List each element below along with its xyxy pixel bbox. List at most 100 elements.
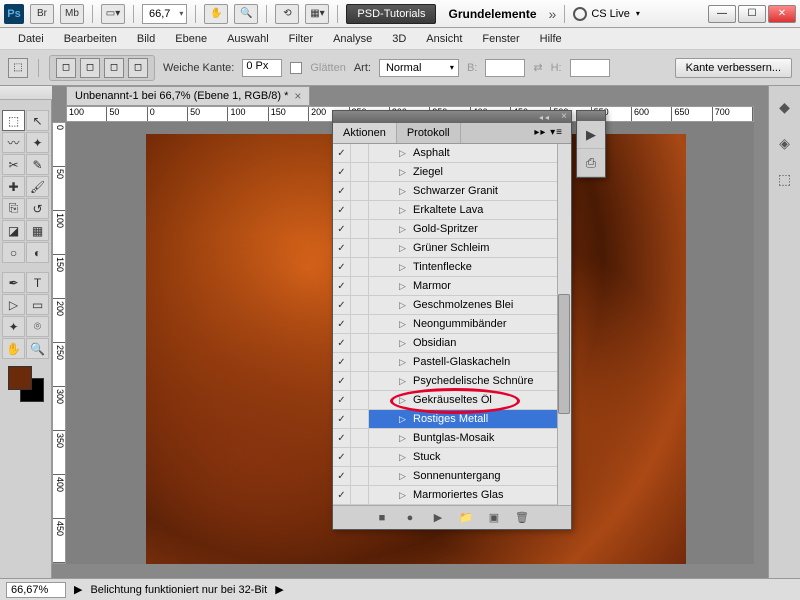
psd-tutorials-button[interactable]: PSD-Tutorials [346, 4, 436, 24]
panel-menu-icon[interactable]: ▸▸ ▾≡ [526, 123, 571, 143]
stamp-tool[interactable]: ⎘ [2, 198, 25, 219]
expand-icon[interactable]: ▷ [399, 243, 411, 254]
action-toggle-check[interactable]: ✓ [333, 315, 351, 333]
tab-protokoll[interactable]: Protokoll [397, 123, 461, 143]
action-dialog-toggle[interactable] [351, 372, 369, 390]
menu-analyse[interactable]: Analyse [323, 30, 382, 48]
expand-icon[interactable]: ▷ [399, 433, 411, 444]
layers-icon[interactable]: ⬚ [774, 168, 796, 190]
action-toggle-check[interactable]: ✓ [333, 429, 351, 447]
action-item[interactable]: ✓▷Rostiges Metall [333, 410, 571, 429]
eyedropper-tool[interactable]: ✎ [26, 154, 49, 175]
zoom-button[interactable]: 🔍 [234, 4, 258, 24]
cslive-button[interactable]: CS Live▾ [573, 7, 640, 21]
action-toggle-check[interactable]: ✓ [333, 467, 351, 485]
workspace-label[interactable]: Grundelemente [442, 7, 542, 21]
gradient-tool[interactable]: ▦ [26, 220, 49, 241]
menu-ansicht[interactable]: Ansicht [416, 30, 472, 48]
record-icon[interactable]: ● [402, 510, 418, 526]
zoom-field[interactable]: 66,67% [6, 582, 66, 598]
3d-cam-tool[interactable]: ⌾ [26, 316, 49, 337]
expand-icon[interactable]: ▷ [399, 300, 411, 311]
action-dialog-toggle[interactable] [351, 144, 369, 162]
status-arrow-icon[interactable]: ▶ [74, 583, 82, 596]
action-dialog-toggle[interactable] [351, 486, 369, 504]
expand-icon[interactable]: ▷ [399, 148, 411, 159]
menu-3d[interactable]: 3D [382, 30, 416, 48]
sel-add-icon[interactable]: ◻ [80, 58, 100, 78]
expand-icon[interactable]: ▷ [399, 357, 411, 368]
action-toggle-check[interactable]: ✓ [333, 372, 351, 390]
crop-tool[interactable]: ✂ [2, 154, 25, 175]
action-dialog-toggle[interactable] [351, 334, 369, 352]
bridge-button[interactable]: Br [30, 4, 54, 24]
action-dialog-toggle[interactable] [351, 277, 369, 295]
feather-input[interactable]: 0 Px [242, 59, 282, 77]
action-toggle-check[interactable]: ✓ [333, 239, 351, 257]
action-item[interactable]: ✓▷Erkaltete Lava [333, 201, 571, 220]
swatches-icon[interactable]: ◆ [774, 96, 796, 118]
menu-auswahl[interactable]: Auswahl [217, 30, 279, 48]
action-item[interactable]: ✓▷Marmor [333, 277, 571, 296]
expand-icon[interactable]: ▷ [399, 376, 411, 387]
path-tool[interactable]: ▷ [2, 294, 25, 315]
chevron-icon[interactable]: » [549, 6, 557, 22]
menu-datei[interactable]: Datei [8, 30, 54, 48]
maximize-button[interactable]: ☐ [738, 5, 766, 23]
expand-icon[interactable]: ▷ [399, 224, 411, 235]
scrollbar[interactable] [557, 144, 571, 505]
hand-button[interactable]: ✋ [204, 4, 228, 24]
zoom-tool[interactable]: 🔍 [26, 338, 49, 359]
expand-icon[interactable]: ▷ [399, 414, 411, 425]
refine-edge-button[interactable]: Kante verbessern... [675, 58, 792, 78]
action-dialog-toggle[interactable] [351, 220, 369, 238]
action-toggle-check[interactable]: ✓ [333, 258, 351, 276]
action-item[interactable]: ✓▷Psychedelische Schnüre [333, 372, 571, 391]
history-brush-tool[interactable]: ↺ [26, 198, 49, 219]
color-swatch[interactable] [6, 366, 46, 402]
action-toggle-check[interactable]: ✓ [333, 144, 351, 162]
styles-icon[interactable]: ◈ [774, 132, 796, 154]
action-dialog-toggle[interactable] [351, 391, 369, 409]
action-toggle-check[interactable]: ✓ [333, 410, 351, 428]
pen-tool[interactable]: ✒ [2, 272, 25, 293]
action-dialog-toggle[interactable] [351, 467, 369, 485]
play-panel-icon[interactable]: ▶ [577, 121, 605, 149]
brush-tool[interactable]: 🖌 [26, 176, 49, 197]
action-toggle-check[interactable]: ✓ [333, 296, 351, 314]
hand-tool[interactable]: ✋ [2, 338, 25, 359]
play-icon[interactable]: ▶ [430, 510, 446, 526]
action-toggle-check[interactable]: ✓ [333, 220, 351, 238]
action-toggle-check[interactable]: ✓ [333, 163, 351, 181]
actions-list[interactable]: ✓▷Asphalt✓▷Ziegel✓▷Schwarzer Granit✓▷Erk… [333, 144, 571, 505]
action-item[interactable]: ✓▷Pastell-Glaskacheln [333, 353, 571, 372]
expand-icon[interactable]: ▷ [399, 471, 411, 482]
action-dialog-toggle[interactable] [351, 296, 369, 314]
panel-titlebar[interactable]: ◂◂× [333, 111, 571, 123]
action-item[interactable]: ✓▷Neongummibänder [333, 315, 571, 334]
ruler-vertical[interactable]: 050100150200250300350400450 [52, 122, 66, 564]
action-item[interactable]: ✓▷Buntglas-Mosaik [333, 429, 571, 448]
action-item[interactable]: ✓▷Ziegel [333, 163, 571, 182]
expand-icon[interactable]: ▷ [399, 167, 411, 178]
sel-sub-icon[interactable]: ◻ [104, 58, 124, 78]
marquee-tool[interactable]: ⬚ [2, 110, 25, 131]
expand-icon[interactable]: ▷ [399, 281, 411, 292]
action-dialog-toggle[interactable] [351, 163, 369, 181]
expand-icon[interactable]: ▷ [399, 395, 411, 406]
blur-tool[interactable]: ○ [2, 242, 25, 263]
new-set-icon[interactable]: 📁 [458, 510, 474, 526]
action-item[interactable]: ✓▷Gekräuseltes Öl [333, 391, 571, 410]
minibridge-button[interactable]: Mb [60, 4, 84, 24]
action-toggle-check[interactable]: ✓ [333, 277, 351, 295]
layout-button[interactable]: ▭▾ [101, 4, 125, 24]
action-item[interactable]: ✓▷Stuck [333, 448, 571, 467]
action-toggle-check[interactable]: ✓ [333, 448, 351, 466]
panel-close-icon[interactable]: × [561, 111, 567, 122]
action-item[interactable]: ✓▷Tintenflecke [333, 258, 571, 277]
style-dropdown[interactable]: Normal [379, 59, 459, 77]
expand-icon[interactable]: ▷ [399, 186, 411, 197]
panel-dock-float[interactable]: ▶ ⎙ [576, 110, 606, 178]
expand-icon[interactable]: ▷ [399, 490, 411, 501]
close-button[interactable]: ✕ [768, 5, 796, 23]
